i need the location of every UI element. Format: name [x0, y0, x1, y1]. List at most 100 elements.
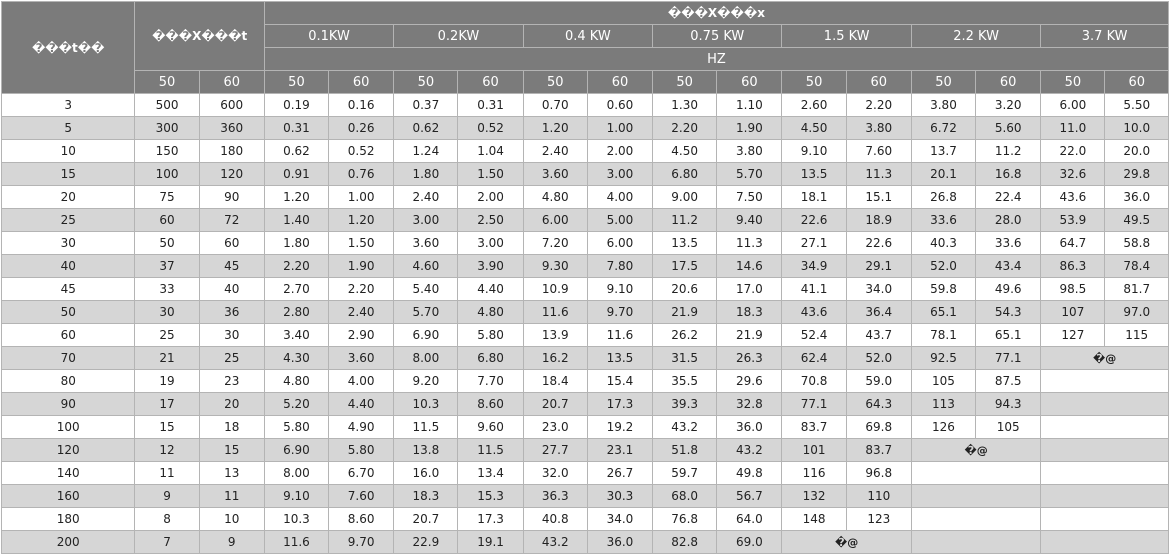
- table-cell: 4.30: [263, 346, 330, 370]
- ratio-cell: 50: [0, 300, 136, 324]
- table-cell: 20: [198, 392, 265, 416]
- table-cell: 3.60: [328, 346, 395, 370]
- table-cell: 9.40: [716, 208, 783, 232]
- table-cell: 9.00: [652, 185, 718, 209]
- table-cell: 9.10: [586, 277, 654, 301]
- table-cell: 9.70: [328, 530, 395, 554]
- table-cell: 2.60: [781, 93, 847, 117]
- motor-spec-table: ���t�� ���X���t ���X���x 0.1KW 0.2KW 0.4…: [0, 1, 1170, 554]
- table-cell: 43.2: [522, 530, 588, 554]
- table-cell: 22.6: [845, 231, 912, 255]
- table-cell: 69.0: [716, 530, 783, 554]
- frequency-header: 50: [910, 70, 977, 94]
- table-cell: 30: [198, 323, 265, 347]
- table-cell: 78.1: [910, 323, 977, 347]
- table-cell: 3.00: [457, 231, 524, 255]
- table-cell: 115: [1104, 323, 1169, 347]
- frequency-header: 60: [198, 70, 265, 94]
- table-cell: 0.31: [263, 116, 330, 140]
- table-cell: 2.70: [263, 277, 330, 301]
- table-cell: 21.9: [652, 300, 718, 324]
- table-cell: 13.5: [586, 346, 654, 370]
- table-cell: 10.0: [1104, 116, 1169, 140]
- table-cell: 52.0: [910, 254, 977, 278]
- table-row: 25 60 72 1.40 1.20 3.00 2.50 6.00 5.00 11.2 9.40 22…: [0, 208, 1169, 232]
- table-cell: 2.00: [457, 185, 524, 209]
- table-cell: 83.7: [781, 415, 847, 439]
- table-cell: 36: [198, 300, 265, 324]
- power-header-1-5kw: 1.5 KW: [781, 24, 912, 48]
- table-cell: 34.9: [781, 254, 847, 278]
- table-cell: 49.5: [1104, 208, 1169, 232]
- frequency-header: 50: [134, 70, 200, 94]
- frequency-header: 50: [263, 70, 330, 94]
- table-cell: 18.3: [393, 484, 459, 508]
- table-cell: 6.70: [328, 461, 395, 485]
- table-row: 50 30 36 2.80 2.40 5.70 4.80 11.6 9.70 21.9 18.3 43…: [0, 300, 1169, 324]
- table-cell: 1.50: [457, 162, 524, 186]
- table-cell: 11.3: [845, 162, 912, 186]
- table-cell: 1.90: [328, 254, 395, 278]
- table-cell: 51.8: [652, 438, 718, 462]
- table-cell: 19.1: [457, 530, 524, 554]
- table-cell: 70.8: [781, 369, 847, 393]
- table-row: 30 50 60 1.80 1.50 3.60 3.00 7.20 6.00 13.5 11.3 27…: [0, 231, 1169, 255]
- table-cell: 43.6: [1040, 185, 1106, 209]
- table-cell: 148: [781, 507, 847, 531]
- table-cell: 1.10: [716, 93, 783, 117]
- empty-cell: [1040, 415, 1169, 439]
- table-cell: 0.31: [457, 93, 524, 117]
- table-cell: 87.5: [975, 369, 1042, 393]
- table-cell: 4.00: [328, 369, 395, 393]
- table-cell: 2.40: [328, 300, 395, 324]
- ratio-cell: 100: [0, 415, 136, 439]
- ratio-cell: 80: [0, 369, 136, 393]
- table-cell: 300: [134, 116, 200, 140]
- hz-header: HZ: [263, 47, 1170, 71]
- table-cell: 17.3: [457, 507, 524, 531]
- table-cell: 18.1: [781, 185, 847, 209]
- table-cell: 2.20: [263, 254, 330, 278]
- table-cell: 2.20: [652, 116, 718, 140]
- table-cell: 20.0: [1104, 139, 1169, 163]
- empty-cell: [1040, 484, 1169, 508]
- table-cell: 23: [198, 369, 265, 393]
- table-cell: 90: [198, 185, 265, 209]
- power-header-3-7kw: 3.7 KW: [1040, 24, 1169, 48]
- table-row: 90 17 20 5.20 4.40 10.3 8.60 20.7 17.3 39.3 32.8 77…: [0, 392, 1169, 416]
- table-cell: 123: [845, 507, 912, 531]
- table-cell: 5.60: [975, 116, 1042, 140]
- table-cell: 2.40: [393, 185, 459, 209]
- ratio-cell: 200: [0, 530, 136, 554]
- table-cell: 29.6: [716, 369, 783, 393]
- table-cell: 40.8: [522, 507, 588, 531]
- table-cell: 1.20: [328, 208, 395, 232]
- table-row: 45 33 40 2.70 2.20 5.40 4.40 10.9 9.10 20.6 17.0 41…: [0, 277, 1169, 301]
- table-cell: 18.3: [716, 300, 783, 324]
- table-cell: 41.1: [781, 277, 847, 301]
- table-row: 120 12 15 6.90 5.80 13.8 11.5 27.7 23.1 51.8 43.2 1…: [0, 438, 1169, 462]
- frequency-header: 60: [845, 70, 912, 94]
- table-cell: 0.62: [393, 116, 459, 140]
- ratio-cell: 120: [0, 438, 136, 462]
- table-row: 100 15 18 5.80 4.90 11.5 9.60 23.0 19.2 43.2 36.0 8…: [0, 415, 1169, 439]
- power-header-0-1kw: 0.1KW: [263, 24, 395, 48]
- table-cell: 11.2: [975, 139, 1042, 163]
- table-cell: 8.60: [457, 392, 524, 416]
- table-cell: 11.6: [522, 300, 588, 324]
- table-cell: 11.6: [586, 323, 654, 347]
- table-cell: 127: [1040, 323, 1106, 347]
- table-cell: 81.7: [1104, 277, 1169, 301]
- table-cell: 97.0: [1104, 300, 1169, 324]
- table-row: 40 37 45 2.20 1.90 4.60 3.90 9.30 7.80 17.5 14.6 34…: [0, 254, 1169, 278]
- table-cell: 1.20: [522, 116, 588, 140]
- empty-cell: [910, 484, 1042, 508]
- table-cell: 9.10: [781, 139, 847, 163]
- table-row: 140 11 13 8.00 6.70 16.0 13.4 32.0 26.7 59.7 49.8 1…: [0, 461, 1169, 485]
- output-speed-header: ���X���t: [134, 1, 265, 71]
- table-cell: 60: [134, 208, 200, 232]
- table-cell: 6.90: [263, 438, 330, 462]
- table-cell: 10.9: [522, 277, 588, 301]
- table-cell: 19: [134, 369, 200, 393]
- power-header-0-2kw: 0.2KW: [393, 24, 524, 48]
